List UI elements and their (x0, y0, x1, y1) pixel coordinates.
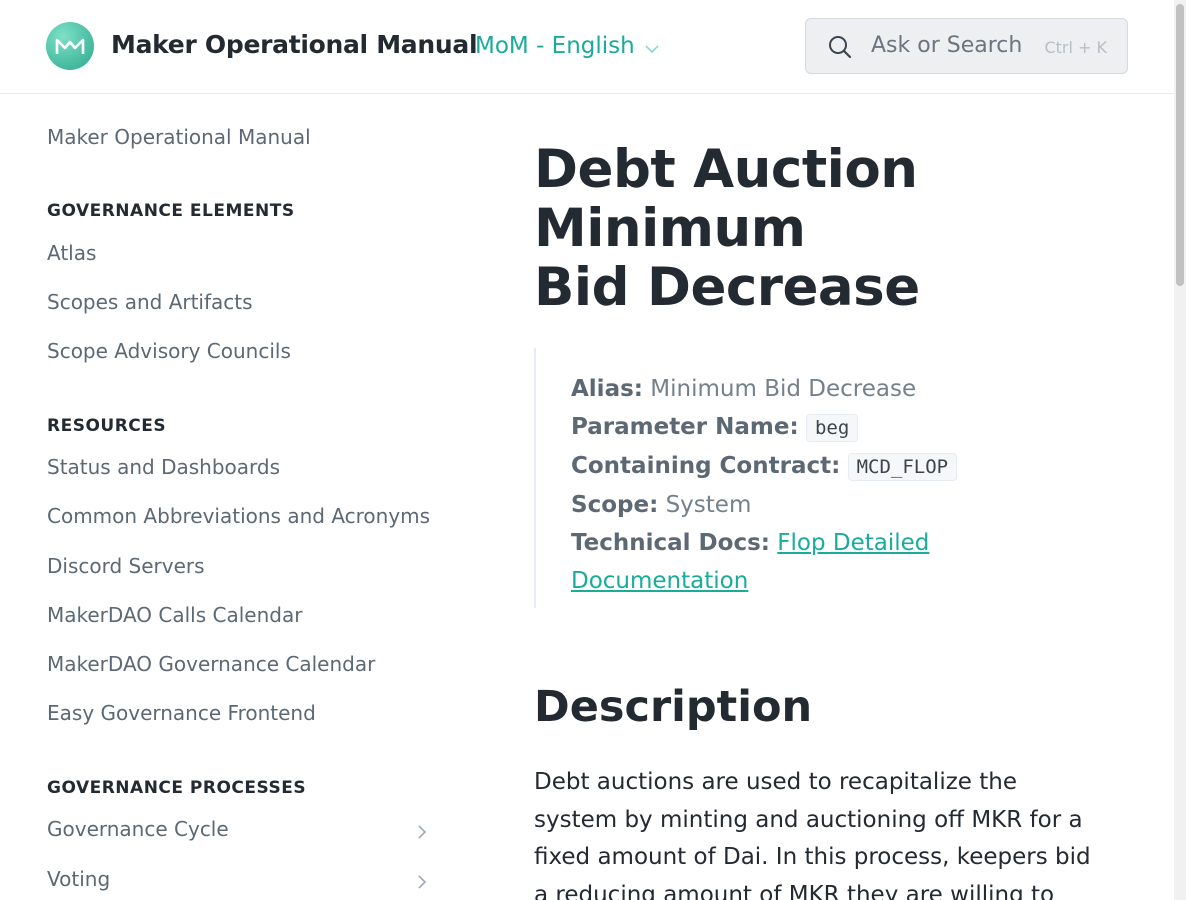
sidebar-item-label: Voting (47, 867, 111, 891)
page-title-line: Minimum (534, 198, 806, 259)
containing-contract-label: Containing Contract: (571, 453, 841, 479)
sidebar-item-easy-governance-frontend[interactable]: Easy Governance Frontend (47, 701, 316, 725)
sidebar-item-voting[interactable]: Voting (47, 867, 427, 891)
alias-row: Alias: Minimum Bid Decrease (571, 370, 1054, 408)
sidebar-item-governance-calendar[interactable]: MakerDAO Governance Calendar (47, 652, 375, 676)
technical-docs-row-continued: Documentation (571, 562, 1054, 600)
technical-docs-label: Technical Docs: (571, 530, 770, 556)
technical-docs-link[interactable]: Documentation (571, 568, 748, 594)
search-icon (828, 35, 852, 63)
sidebar-heading-governance-elements: GOVERNANCE ELEMENTS (47, 201, 295, 221)
sidebar-item-label: Governance Cycle (47, 817, 229, 841)
sidebar-item-calls-calendar[interactable]: MakerDAO Calls Calendar (47, 603, 302, 627)
main-content: Debt Auction Minimum Bid Decrease Alias:… (534, 95, 1154, 900)
sidebar-item-common-abbreviations[interactable]: Common Abbreviations and Acronyms (47, 504, 430, 528)
search-placeholder: Ask or Search (871, 33, 1023, 58)
search-shortcut: Ctrl + K (1044, 38, 1107, 57)
space-switcher[interactable]: MoM - English (475, 32, 659, 60)
scope-value: System (665, 492, 752, 518)
technical-docs-link[interactable]: Flop Detailed (777, 530, 929, 556)
technical-docs-row: Technical Docs: Flop Detailed (571, 524, 1054, 562)
sidebar-item-governance-cycle[interactable]: Governance Cycle (47, 817, 427, 841)
sidebar-item-discord-servers[interactable]: Discord Servers (47, 554, 205, 578)
page-title-line: Bid Decrease (534, 257, 920, 318)
sidebar-heading-governance-processes: GOVERNANCE PROCESSES (47, 778, 307, 798)
paragraph-line: fixed amount of Dai. In this process, ke… (534, 844, 1091, 870)
containing-contract-row: Containing Contract: MCD_FLOP (571, 447, 1054, 486)
alias-value: Minimum Bid Decrease (650, 376, 917, 402)
space-switcher-label: MoM - English (475, 33, 635, 59)
parameter-name-label: Parameter Name: (571, 414, 799, 440)
sidebar-item-atlas[interactable]: Atlas (47, 241, 96, 265)
sidebar-heading-resources: RESOURCES (47, 416, 167, 436)
parameter-name-code: beg (805, 414, 859, 442)
description-paragraph: Debt auctions are used to recapitalize t… (534, 764, 1094, 900)
chevron-right-icon[interactable] (417, 821, 427, 845)
paragraph-line: Debt auctions are used to recapitalize t… (534, 769, 1017, 795)
page-title: Debt Auction Minimum Bid Decrease (534, 140, 920, 317)
scope-row: Scope: System (571, 486, 1054, 524)
parameter-info-block: Alias: Minimum Bid Decrease Parameter Na… (534, 348, 1054, 608)
parameter-name-row: Parameter Name: beg (571, 408, 1054, 447)
maker-logo[interactable] (46, 22, 94, 70)
top-header: Maker Operational Manual MoM - English A… (0, 0, 1174, 94)
sidebar-item-status-and-dashboards[interactable]: Status and Dashboards (47, 455, 280, 479)
scrollbar-thumb[interactable] (1176, 4, 1184, 286)
page-scrollbar[interactable] (1174, 0, 1186, 900)
alias-label: Alias: (571, 376, 643, 402)
sidebar-item-maker-operational-manual[interactable]: Maker Operational Manual (47, 125, 311, 149)
site-title[interactable]: Maker Operational Manual (111, 30, 478, 59)
sidebar: Maker Operational Manual GOVERNANCE ELEM… (0, 95, 470, 900)
sidebar-item-scope-advisory-councils[interactable]: Scope Advisory Councils (47, 339, 291, 363)
chevron-down-icon (645, 34, 659, 60)
scope-label: Scope: (571, 492, 659, 518)
search-input[interactable]: Ask or Search Ctrl + K (805, 18, 1128, 74)
page-title-line: Debt Auction (534, 139, 918, 200)
containing-contract-code: MCD_FLOP (847, 453, 958, 481)
paragraph-line: a reducing amount of MKR they are willin… (534, 881, 1055, 900)
sidebar-item-scopes-and-artifacts[interactable]: Scopes and Artifacts (47, 290, 253, 314)
chevron-right-icon[interactable] (417, 871, 427, 895)
description-heading: Description (534, 682, 813, 732)
paragraph-line: system by minting and auctioning off MKR… (534, 806, 1083, 833)
